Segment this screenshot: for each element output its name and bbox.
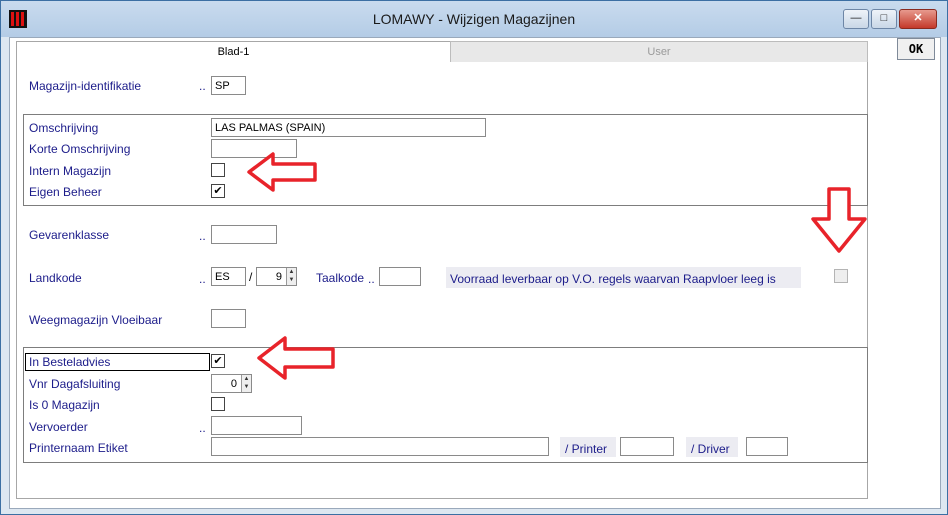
omschrijving-label: Omschrijving — [29, 121, 99, 135]
vnr-dagafsluiting-label: Vnr Dagafsluiting — [29, 377, 121, 391]
weegmagazijn-field[interactable] — [211, 309, 246, 328]
taalkode-dots: .. — [368, 272, 375, 286]
landkode-dots: .. — [199, 272, 206, 286]
gevarenklasse-dots: .. — [199, 229, 206, 243]
voorraad-checkbox[interactable] — [834, 269, 848, 283]
eigen-beheer-label: Eigen Beheer — [29, 185, 102, 199]
weegmagazijn-label: Weegmagazijn Vloeibaar — [29, 313, 163, 327]
landkode-field[interactable]: ES — [211, 267, 246, 286]
vnr-dagafsluiting-spinner[interactable]: ▲ ▼ — [241, 375, 251, 392]
maximize-button[interactable]: □ — [871, 9, 897, 29]
annotation-arrow-left-icon — [247, 152, 317, 192]
landkode-label: Landkode — [29, 271, 82, 285]
in-besteladvies-checkbox[interactable]: ✔ — [211, 354, 225, 368]
driver-label: / Driver — [691, 442, 730, 456]
close-button[interactable]: ✕ — [899, 9, 937, 29]
spin-up-icon[interactable]: ▲ — [242, 375, 251, 383]
omschrijving-field[interactable]: LAS PALMAS (SPAIN) — [211, 118, 486, 137]
spin-down-icon[interactable]: ▼ — [242, 383, 251, 391]
eigen-beheer-checkbox[interactable]: ✔ — [211, 184, 225, 198]
application-window: LOMAWY - Wijzigen Magazijnen — □ ✕ OK Bl… — [0, 0, 948, 515]
magazijn-id-label: Magazijn-identifikatie — [29, 79, 142, 93]
gevarenklasse-label: Gevarenklasse — [29, 228, 110, 242]
intern-magazijn-checkbox[interactable] — [211, 163, 225, 177]
spin-up-icon[interactable]: ▲ — [287, 268, 296, 276]
magazijn-id-dots: .. — [199, 79, 206, 93]
annotation-arrow-left-icon — [257, 336, 335, 380]
ok-button[interactable]: OK — [897, 38, 935, 60]
tab-user[interactable]: User — [450, 41, 868, 64]
driver-field[interactable] — [746, 437, 788, 456]
in-besteladvies-label: In Besteladvies — [29, 355, 111, 369]
printernaam-field[interactable] — [211, 437, 549, 456]
vervoerder-label: Vervoerder — [29, 420, 88, 434]
vervoerder-dots: .. — [199, 421, 206, 435]
taalkode-field[interactable] — [379, 267, 421, 286]
annotation-arrow-down-icon — [811, 187, 867, 253]
landkode-separator: / — [249, 270, 253, 284]
intern-magazijn-label: Intern Magazijn — [29, 164, 112, 178]
tab-blad-1[interactable]: Blad-1 — [16, 41, 451, 63]
is0-magazijn-label: Is 0 Magazijn — [29, 398, 100, 412]
spin-down-icon[interactable]: ▼ — [287, 276, 296, 284]
vervoerder-field[interactable] — [211, 416, 302, 435]
printernaam-label: Printernaam Etiket — [29, 441, 128, 455]
gevarenklasse-field[interactable] — [211, 225, 277, 244]
minimize-button[interactable]: — — [843, 9, 869, 29]
is0-magazijn-checkbox[interactable] — [211, 397, 225, 411]
printer-label: / Printer — [565, 442, 608, 456]
window-title: LOMAWY - Wijzigen Magazijnen — [372, 11, 576, 27]
korte-omschrijving-label: Korte Omschrijving — [29, 142, 131, 156]
printer-field[interactable] — [620, 437, 674, 456]
taalkode-label: Taalkode — [316, 271, 365, 285]
magazijn-id-field[interactable]: SP — [211, 76, 246, 95]
title-bar[interactable]: LOMAWY - Wijzigen Magazijnen — □ ✕ — [1, 1, 947, 37]
voorraad-label: Voorraad leverbaar op V.O. regels waarva… — [450, 272, 776, 286]
landkode-spinner[interactable]: ▲ ▼ — [286, 268, 296, 285]
